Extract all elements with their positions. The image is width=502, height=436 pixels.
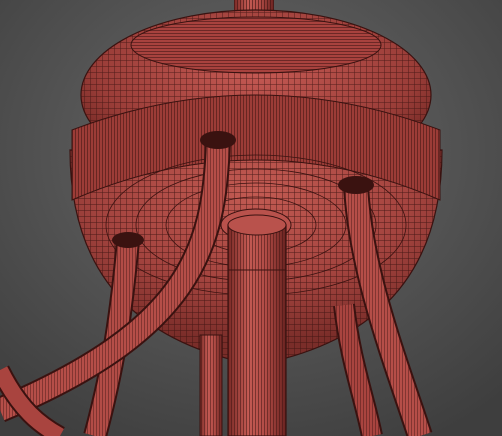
- center-post: [227, 214, 287, 436]
- 3d-viewport[interactable]: [0, 0, 502, 436]
- arm-center-back: [199, 334, 223, 436]
- wireframe-render: [0, 0, 502, 436]
